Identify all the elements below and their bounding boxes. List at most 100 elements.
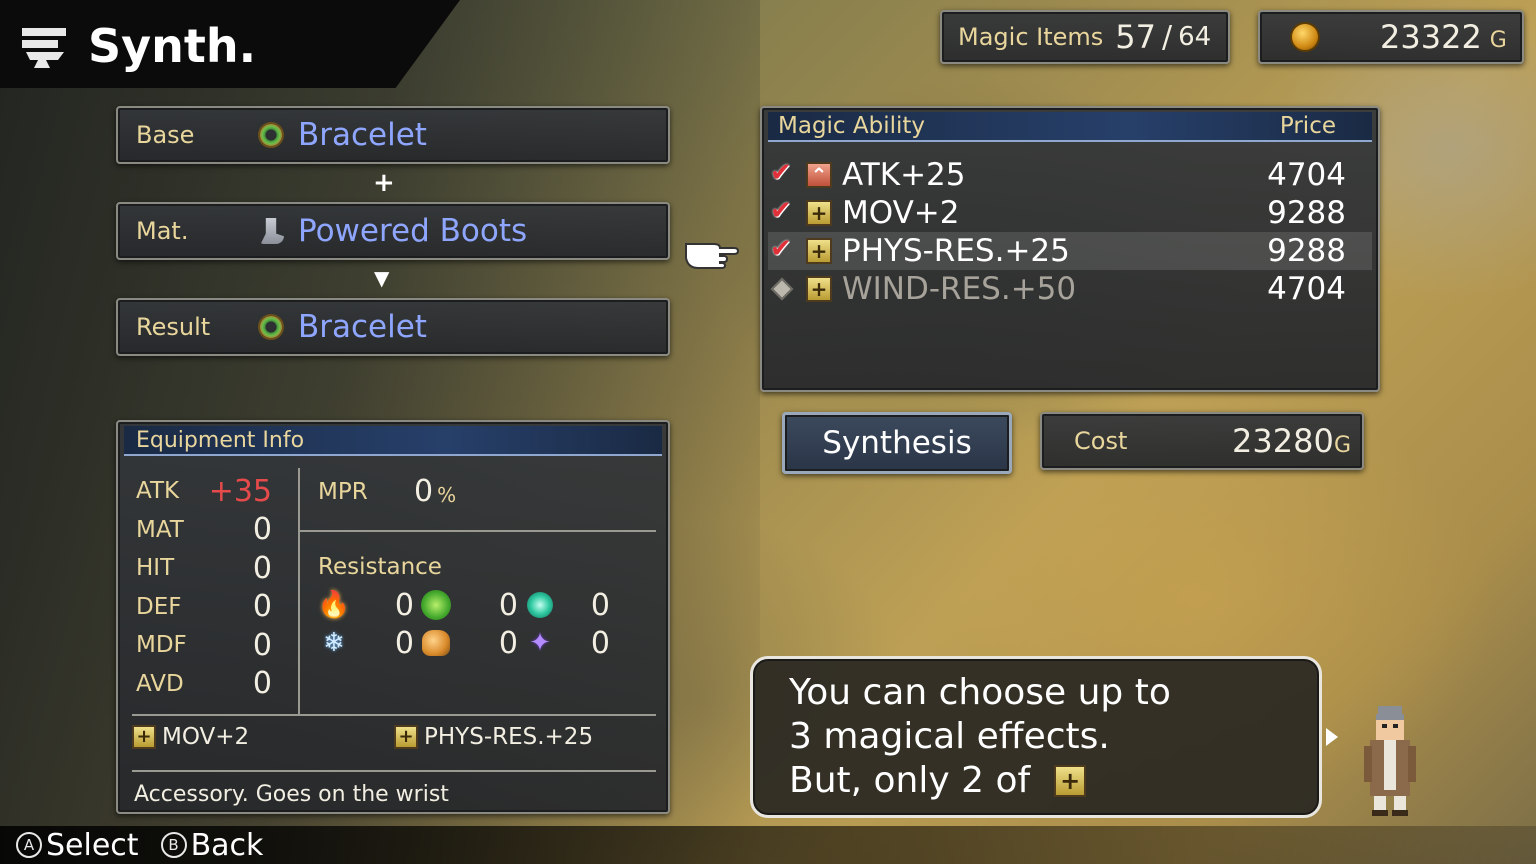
select-label: Select (46, 827, 139, 863)
result-slot: Result Bracelet (116, 298, 670, 356)
stat-row-mat: MAT 0 (136, 511, 276, 550)
select-action[interactable]: A Select (16, 828, 139, 863)
checkmark-icon (768, 196, 796, 226)
ability-row-wind-res[interactable]: + WIND-RES.+50 4704 (768, 270, 1372, 308)
ability-name: MOV+2 (842, 195, 960, 231)
plus-icon: + (806, 238, 832, 264)
earth-icon (420, 627, 452, 659)
base-value: Bracelet (298, 117, 427, 153)
result-label: Result (136, 313, 211, 341)
dark-res-value: 0 (590, 625, 610, 661)
pointing-hand-icon (685, 243, 740, 269)
equipment-info-title: Equipment Info (136, 427, 305, 453)
synthesis-button[interactable]: Synthesis (782, 412, 1012, 474)
equipped-ability-name: PHYS-RES.+25 (424, 724, 594, 750)
unchecked-diamond-icon (770, 277, 794, 301)
atk-up-icon: ⌃ (806, 162, 832, 188)
anvil-icon (22, 28, 66, 68)
result-value: Bracelet (298, 309, 427, 345)
screen-header: Synth. (16, 18, 256, 74)
ice-icon: ❄ (323, 628, 345, 658)
ability-name: PHYS-RES.+25 (842, 233, 1070, 269)
resistance-row: ❄ 0 0 ✦ 0 (318, 624, 658, 662)
stats-list: ATK +35 MAT 0 HIT 0 DEF 0 MDF 0 AVD 0 (136, 472, 276, 703)
stat-label: HIT (136, 555, 175, 582)
stat-value: 0 (252, 589, 272, 625)
back-action[interactable]: B Back (160, 828, 263, 863)
fire-icon: 🔥 (317, 590, 351, 620)
magic-ability-list: ⌃ ATK+25 4704 + MOV+2 9288 + PHYS-RES.+2… (768, 156, 1372, 308)
cost-label: Cost (1074, 427, 1128, 455)
plus-icon: + (1054, 765, 1087, 797)
magic-ability-panel: Magic Ability Price ⌃ ATK+25 4704 + MOV+… (760, 106, 1380, 392)
magic-items-label: Magic Items (958, 23, 1104, 51)
ability-price: 4704 (1267, 157, 1346, 193)
plus-separator: + (373, 168, 395, 198)
bracelet-icon (258, 122, 284, 148)
dialog-line-text: But, only 2 of (789, 760, 1031, 801)
down-arrow-icon: ▼ (374, 266, 390, 290)
plus-icon: + (806, 200, 832, 226)
stat-row-hit: HIT 0 (136, 549, 276, 588)
page-title: Synth. (88, 19, 257, 73)
ability-row-atk[interactable]: ⌃ ATK+25 4704 (768, 156, 1372, 194)
dark-icon: ✦ (529, 628, 551, 658)
dialog-box[interactable]: You can choose up to 3 magical effects. … (750, 656, 1322, 818)
water-res-value: 0 (590, 587, 610, 623)
magic-ability-title: Magic Ability (778, 113, 926, 139)
divider (298, 468, 300, 716)
ice-res-value: 0 (394, 625, 414, 661)
synthesis-button-label: Synthesis (822, 425, 972, 461)
dialog-next-arrow-icon (1326, 728, 1338, 746)
fire-res-value: 0 (394, 587, 414, 623)
checkmark-icon (768, 234, 796, 264)
stat-row-def: DEF 0 (136, 588, 276, 627)
ability-price: 9288 (1267, 233, 1346, 269)
stat-label: DEF (136, 593, 182, 620)
mpr-label: MPR (318, 478, 368, 505)
gold-counter: 23322 G (1258, 10, 1524, 64)
resistance-row: 🔥 0 0 0 (318, 586, 658, 624)
cost-box: Cost 23280 G (1040, 412, 1364, 470)
dialog-line: You can choose up to (789, 672, 1171, 713)
ability-price: 9288 (1267, 195, 1346, 231)
magic-items-max: 64 (1178, 22, 1212, 52)
stat-value: 0 (252, 512, 272, 548)
cost-suffix: G (1334, 432, 1352, 458)
material-slot[interactable]: Mat. Powered Boots (116, 202, 670, 260)
bracelet-icon (258, 314, 284, 340)
equipped-ability: + PHYS-RES.+25 (394, 724, 656, 750)
base-slot[interactable]: Base Bracelet (116, 106, 670, 164)
equipment-info-panel: Equipment Info ATK +35 MAT 0 HIT 0 DEF 0… (116, 420, 670, 814)
dialog-line-3: But, only 2 of + (789, 759, 1319, 803)
magic-items-counter: Magic Items 57 / 64 (940, 10, 1230, 64)
dialog-line: 3 magical effects. (789, 716, 1110, 757)
stat-label: MAT (136, 516, 184, 543)
stat-row-mdf: MDF 0 (136, 626, 276, 665)
equipped-ability-name: MOV+2 (162, 724, 250, 750)
plus-icon: + (132, 725, 156, 749)
ability-row-mov[interactable]: + MOV+2 9288 (768, 194, 1372, 232)
mat-value: Powered Boots (298, 213, 528, 249)
mat-label: Mat. (136, 217, 189, 245)
ability-price: 4704 (1267, 271, 1346, 307)
item-description: Accessory. Goes on the wrist (134, 782, 449, 807)
a-button-icon: A (16, 832, 42, 858)
divider (132, 714, 656, 716)
divider (132, 770, 656, 772)
coin-icon (1290, 22, 1320, 52)
magic-items-count: 57 (1115, 18, 1156, 56)
mpr-unit: % (437, 482, 457, 507)
ability-row-phys-res[interactable]: + PHYS-RES.+25 9288 (768, 232, 1372, 270)
gold-amount: 23322 (1380, 18, 1482, 56)
magic-ability-header: Magic Ability Price (768, 112, 1372, 142)
earth-res-value: 0 (498, 625, 518, 661)
stat-row-avd: AVD 0 (136, 665, 276, 704)
stat-row-atk: ATK +35 (136, 472, 276, 511)
b-button-icon: B (160, 832, 187, 858)
button-help-bar: A Select B Back (0, 826, 1536, 864)
equipped-abilities: + MOV+2 + PHYS-RES.+25 (132, 724, 656, 750)
stat-value: 0 (252, 550, 272, 586)
npc-portrait (1364, 706, 1416, 816)
wind-icon (420, 589, 452, 621)
